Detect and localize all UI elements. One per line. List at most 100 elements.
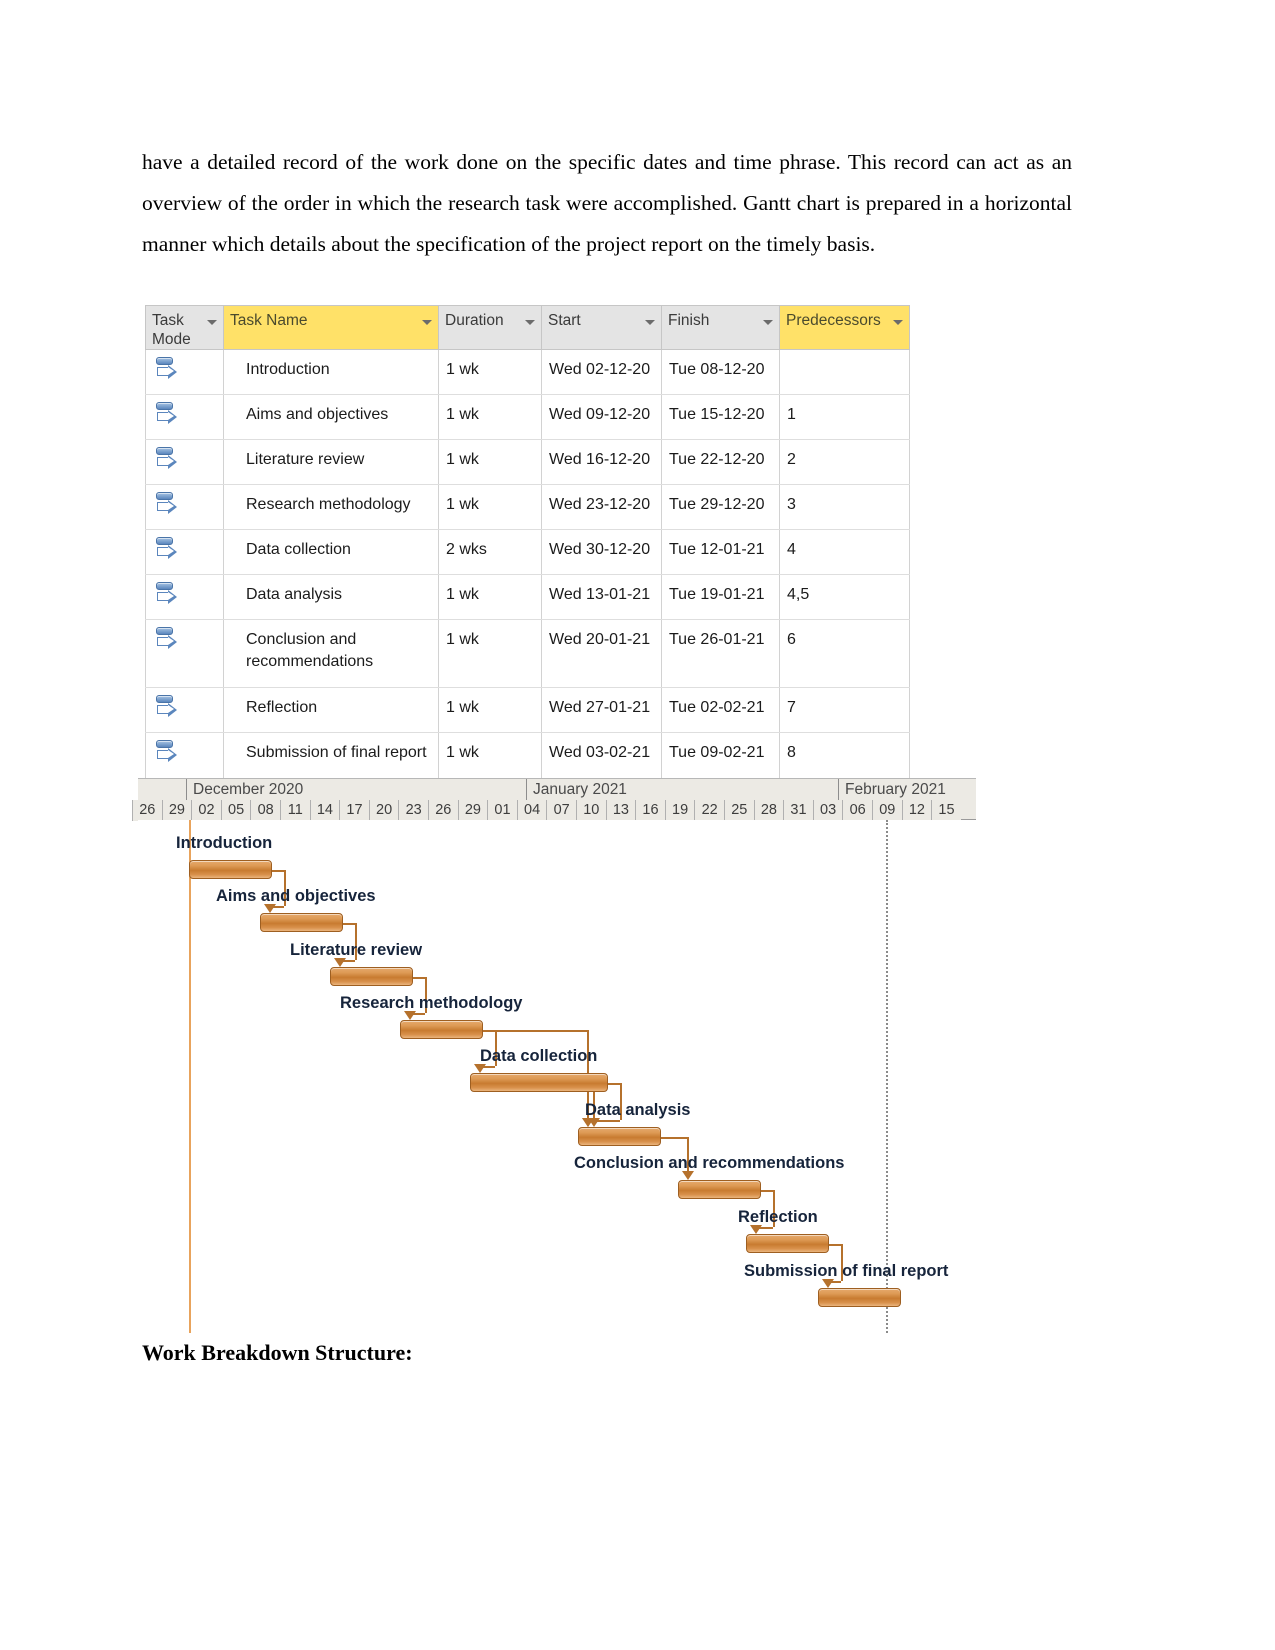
column-header-start[interactable]: Start — [541, 305, 662, 350]
cell-duration[interactable]: 1 wk — [438, 687, 542, 733]
cell-predecessors[interactable] — [779, 349, 910, 395]
cell-finish[interactable]: Tue 02-02-21 — [661, 687, 780, 733]
timeline-day-row: 26 29 02 05 08 11 14 17 20 23 26 29 01 04 07 10 13 16 19 22… — [132, 800, 976, 821]
cell-task-name[interactable]: Introduction — [223, 349, 439, 395]
timeline-month-row: December 2020 January 2021 February 2021 — [138, 779, 976, 800]
dependency-link — [343, 923, 355, 925]
chevron-down-icon[interactable] — [422, 320, 432, 325]
column-header-duration[interactable]: Duration — [438, 305, 542, 350]
table-row[interactable]: Literature review 1 wk Wed 16-12-20 Tue 22-… — [145, 439, 910, 485]
cell-finish[interactable]: Tue 29-12-20 — [661, 484, 780, 530]
cell-task-mode[interactable] — [145, 484, 224, 530]
cell-task-name[interactable]: Data collection — [223, 529, 439, 575]
timeline-day-tick: 15 — [931, 800, 961, 821]
gantt-bar[interactable] — [330, 967, 413, 986]
timeline-month-label: February 2021 — [838, 779, 976, 800]
table-row[interactable]: Conclusion and recommendations 1 wk Wed 20… — [145, 619, 910, 688]
cell-duration[interactable]: 1 wk — [438, 484, 542, 530]
cell-predecessors[interactable]: 2 — [779, 439, 910, 485]
cell-task-mode[interactable] — [145, 574, 224, 620]
cell-task-name[interactable]: Reflection — [223, 687, 439, 733]
cell-predecessors[interactable]: 3 — [779, 484, 910, 530]
cell-start[interactable]: Wed 30-12-20 — [541, 529, 662, 575]
cell-start[interactable]: Wed 27-01-21 — [541, 687, 662, 733]
gantt-bar[interactable] — [818, 1288, 901, 1307]
gantt-bar[interactable] — [746, 1234, 829, 1253]
column-header-finish[interactable]: Finish — [661, 305, 780, 350]
gantt-bar[interactable] — [260, 913, 343, 932]
cell-predecessors[interactable]: 4 — [779, 529, 910, 575]
timeline-day-tick: 09 — [872, 800, 902, 821]
gantt-task-label: Introduction — [176, 834, 273, 852]
cell-finish[interactable]: Tue 22-12-20 — [661, 439, 780, 485]
cell-task-name[interactable]: Aims and objectives — [223, 394, 439, 440]
table-row[interactable]: Aims and objectives 1 wk Wed 09-12-20 Tue 1… — [145, 394, 910, 440]
table-row[interactable]: Research methodology 1 wk Wed 23-12-20 Tue … — [145, 484, 910, 530]
column-header-predecessors[interactable]: Predecessors — [779, 305, 910, 350]
cell-task-mode[interactable] — [145, 349, 224, 395]
column-header-label: Task Name — [230, 312, 308, 329]
gantt-bar[interactable] — [189, 860, 272, 879]
cell-duration[interactable]: 1 wk — [438, 349, 542, 395]
timeline-day-tick: 22 — [694, 800, 724, 821]
gantt-plot-area: Introduction Aims and objectives Literatur… — [138, 820, 976, 1333]
cell-predecessors[interactable]: 6 — [779, 619, 910, 688]
cell-task-mode[interactable] — [145, 439, 224, 485]
cell-task-name[interactable]: Conclusion and recommendations — [223, 619, 439, 688]
gantt-bar[interactable] — [400, 1020, 483, 1039]
cell-start[interactable]: Wed 16-12-20 — [541, 439, 662, 485]
table-row[interactable]: Reflection 1 wk Wed 27-01-21 Tue 02-02-21 7 — [145, 687, 910, 733]
today-marker-line — [886, 820, 888, 1333]
cell-task-name[interactable]: Research methodology — [223, 484, 439, 530]
column-header-task-name[interactable]: Task Name — [223, 305, 439, 350]
cell-start[interactable]: Wed 02-12-20 — [541, 349, 662, 395]
table-body: Introduction 1 wk Wed 02-12-20 Tue 08-12-20… — [145, 349, 910, 801]
chevron-down-icon[interactable] — [207, 320, 217, 325]
cell-finish[interactable]: Tue 26-01-21 — [661, 619, 780, 688]
cell-start[interactable]: Wed 09-12-20 — [541, 394, 662, 440]
gantt-bar[interactable] — [578, 1127, 661, 1146]
cell-task-mode[interactable] — [145, 687, 224, 733]
table-row[interactable]: Introduction 1 wk Wed 02-12-20 Tue 08-12-20 — [145, 349, 910, 395]
timeline-day-tick: 04 — [516, 800, 547, 821]
chevron-down-icon[interactable] — [525, 320, 535, 325]
cell-start[interactable]: Wed 13-01-21 — [541, 574, 662, 620]
cell-duration[interactable]: 2 wks — [438, 529, 542, 575]
gantt-bar[interactable] — [470, 1073, 608, 1092]
cell-task-mode[interactable] — [145, 529, 224, 575]
table-header-row: Task Mode Task Name Duration Start Finis… — [145, 305, 910, 350]
chevron-down-icon[interactable] — [893, 320, 903, 325]
cell-task-mode[interactable] — [145, 394, 224, 440]
table-row[interactable]: Data analysis 1 wk Wed 13-01-21 Tue 19-01-2… — [145, 574, 910, 620]
cell-task-name[interactable]: Data analysis — [223, 574, 439, 620]
dependency-link — [829, 1244, 841, 1246]
cell-start[interactable]: Wed 23-12-20 — [541, 484, 662, 530]
column-header-task-mode[interactable]: Task Mode — [145, 305, 224, 350]
cell-finish[interactable]: Tue 19-01-21 — [661, 574, 780, 620]
gantt-bar[interactable] — [678, 1180, 761, 1199]
cell-predecessors[interactable]: 1 — [779, 394, 910, 440]
cell-duration[interactable]: 1 wk — [438, 439, 542, 485]
timeline-day-tick: 13 — [605, 800, 636, 821]
timeline-day-tick: 26 — [132, 800, 162, 821]
chevron-down-icon[interactable] — [645, 320, 655, 325]
timeline-day-tick: 25 — [724, 800, 754, 821]
cell-task-name[interactable]: Literature review — [223, 439, 439, 485]
cell-finish[interactable]: Tue 15-12-20 — [661, 394, 780, 440]
cell-duration[interactable]: 1 wk — [438, 394, 542, 440]
table-row[interactable]: Data collection 2 wks Wed 30-12-20 Tue 12-0… — [145, 529, 910, 575]
timeline-day-tick: 07 — [546, 800, 576, 821]
timeline-day-tick: 29 — [161, 800, 192, 821]
document-body: have a detailed record of the work done … — [142, 0, 1072, 265]
cell-finish[interactable]: Tue 12-01-21 — [661, 529, 780, 575]
chevron-down-icon[interactable] — [763, 320, 773, 325]
cell-duration[interactable]: 1 wk — [438, 574, 542, 620]
cell-predecessors[interactable]: 4,5 — [779, 574, 910, 620]
cell-task-mode[interactable] — [145, 619, 224, 688]
column-header-label: Task Mode — [152, 312, 191, 348]
cell-predecessors[interactable]: 7 — [779, 687, 910, 733]
timeline-day-tick: 28 — [753, 800, 784, 821]
cell-duration[interactable]: 1 wk — [438, 619, 542, 688]
cell-finish[interactable]: Tue 08-12-20 — [661, 349, 780, 395]
cell-start[interactable]: Wed 20-01-21 — [541, 619, 662, 688]
